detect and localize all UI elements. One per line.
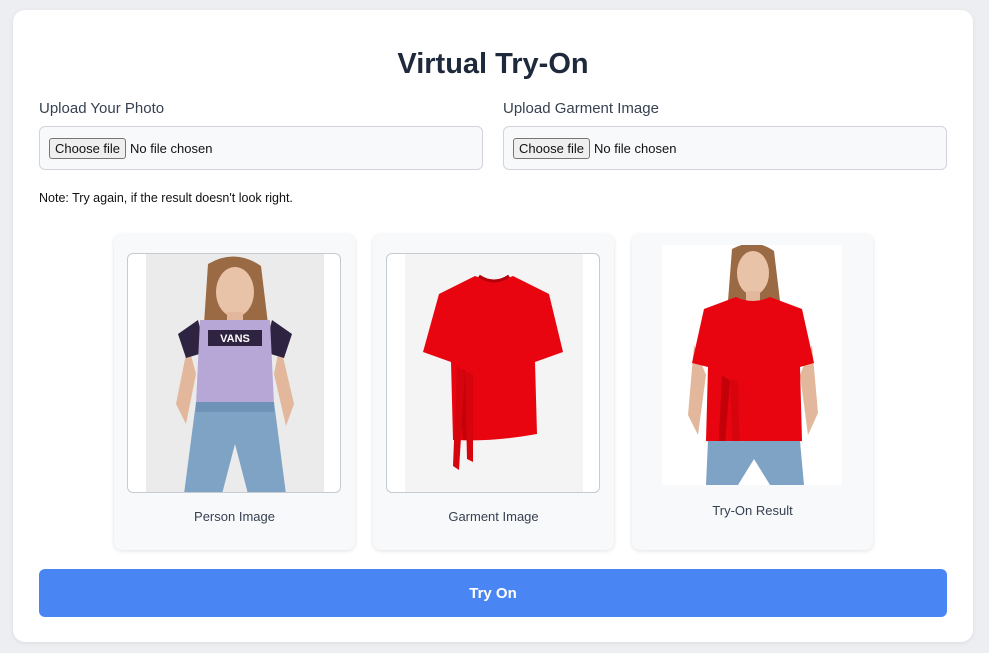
upload-photo-input[interactable]: Choose file No file chosen bbox=[39, 126, 483, 170]
person-image-caption: Person Image bbox=[194, 509, 275, 524]
person-image-panel: VANS Person Image bbox=[114, 234, 355, 550]
tryon-result-photo-icon bbox=[662, 245, 842, 485]
choose-garment-button[interactable]: Choose file bbox=[513, 137, 591, 159]
shirt-logo-text: VANS bbox=[220, 333, 250, 345]
person-photo-icon: VANS bbox=[146, 254, 324, 492]
tryon-result-panel: Try-On Result bbox=[632, 234, 873, 550]
garment-photo-icon bbox=[405, 254, 583, 492]
upload-garment-input[interactable]: Choose file No file chosen bbox=[503, 126, 947, 170]
try-on-button[interactable]: Try On bbox=[39, 569, 947, 617]
tryon-result-image bbox=[662, 245, 842, 485]
garment-image bbox=[386, 253, 600, 493]
page-title: Virtual Try-On bbox=[397, 48, 589, 80]
garment-image-caption: Garment Image bbox=[448, 509, 539, 524]
tryon-result-caption: Try-On Result bbox=[712, 503, 793, 518]
tryon-card: Virtual Try-On Upload Your Photo Choose … bbox=[13, 10, 973, 642]
garment-file-status: No file chosen bbox=[594, 140, 677, 156]
garment-image-panel: Garment Image bbox=[373, 234, 614, 550]
person-image: VANS bbox=[127, 253, 341, 493]
upload-photo-label: Upload Your Photo bbox=[39, 100, 165, 117]
choose-photo-button[interactable]: Choose file bbox=[49, 137, 127, 159]
note-text: Note: Try again, if the result doesn't l… bbox=[39, 191, 293, 205]
photo-file-status: No file chosen bbox=[130, 140, 213, 156]
upload-garment-label: Upload Garment Image bbox=[503, 100, 659, 117]
